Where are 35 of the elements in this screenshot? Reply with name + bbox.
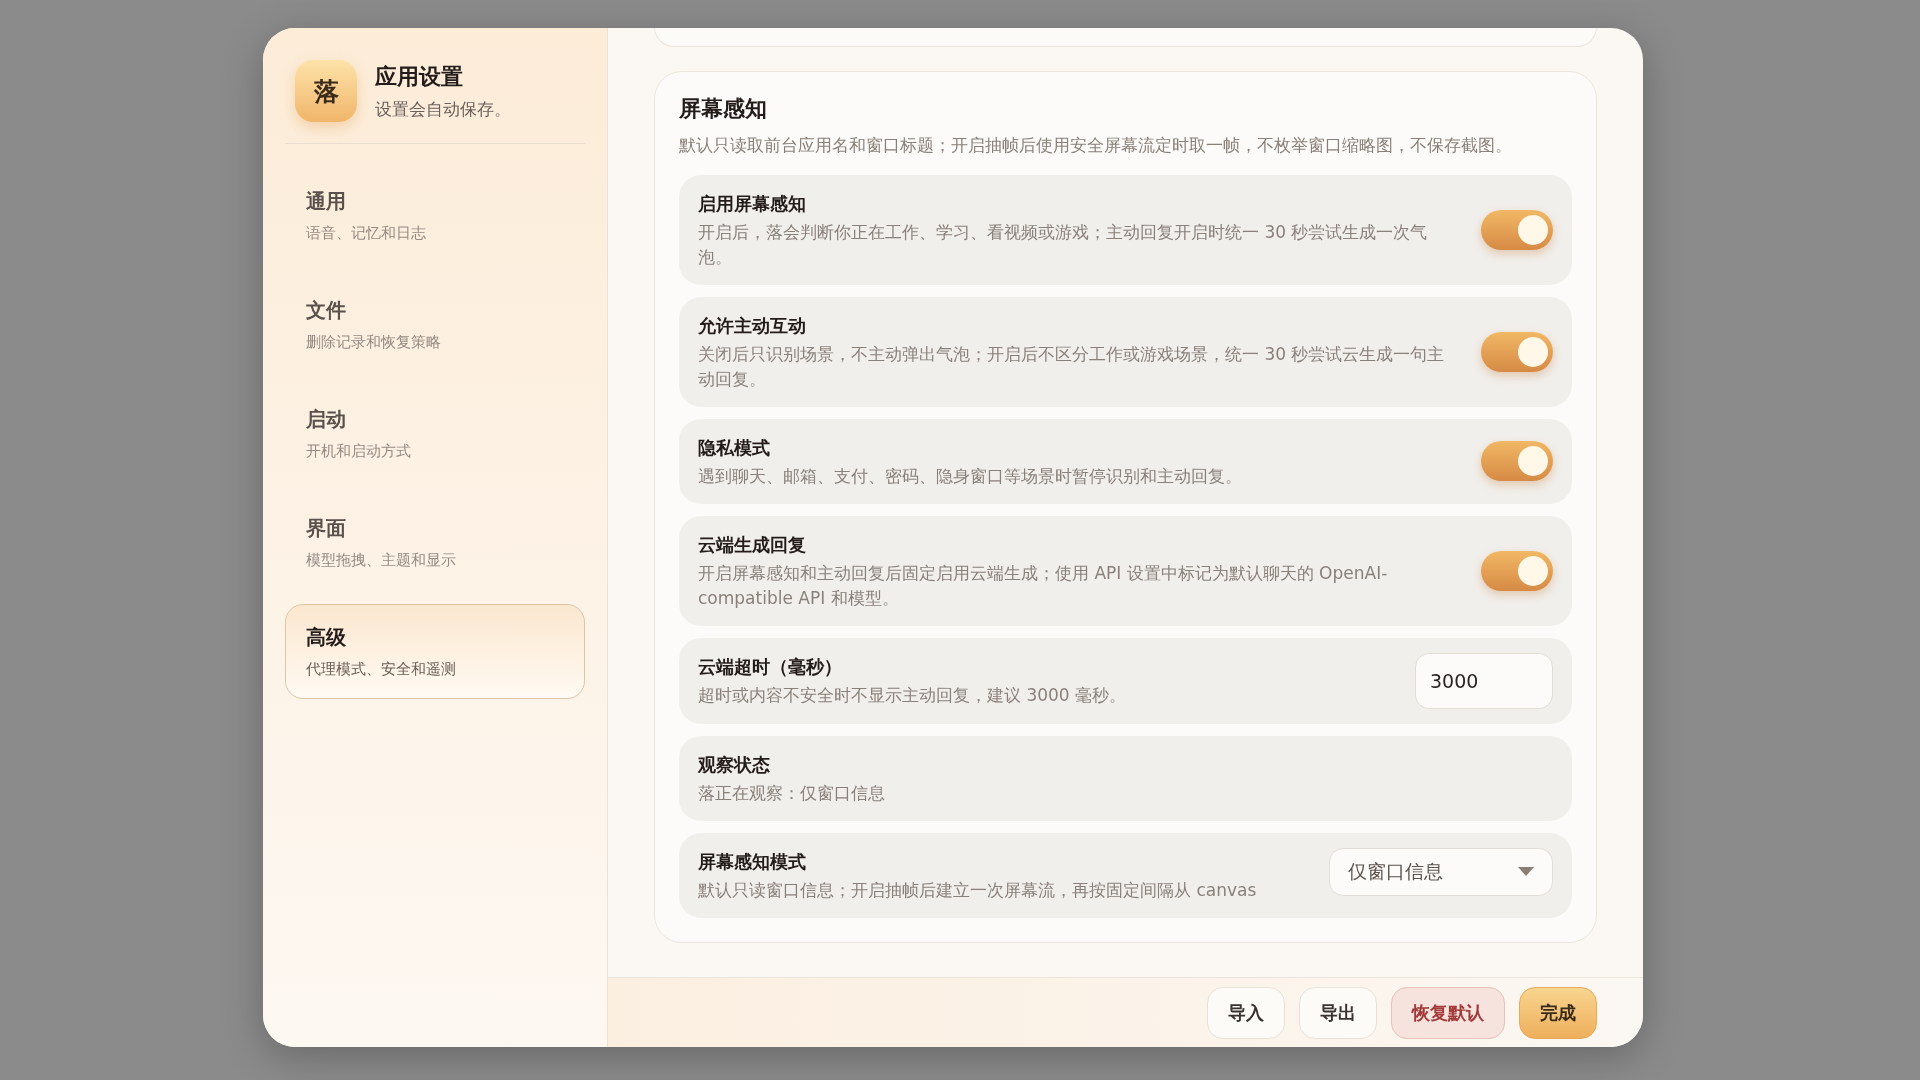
setting-title: 允许主动互动 — [698, 313, 807, 338]
section-title: 屏幕感知 — [679, 95, 768, 123]
sidebar-item[interactable]: 界面 模型拖拽、主题和显示 — [285, 494, 585, 590]
footer-button[interactable]: 恢复默认 — [1391, 986, 1505, 1039]
toggle-switch[interactable] — [1481, 209, 1553, 250]
setting-description: 超时或内容不安全时不显示主动回复，建议 3000 毫秒。 — [698, 684, 1128, 707]
setting-title: 隐私模式 — [698, 435, 771, 460]
setting-title: 云端超时（毫秒） — [698, 655, 843, 679]
setting-description: 默认只读窗口信息；开启抽帧后建立一次屏幕流，再按固定间隔从 canvas — [698, 878, 1258, 902]
sidebar-item[interactable]: 高级 代理模式、安全和遥测 — [285, 603, 585, 699]
setting-title: 屏幕感知模式 — [698, 849, 807, 874]
sidebar-item[interactable]: 通用 语音、记忆和日志 — [285, 167, 585, 263]
sidebar-item[interactable]: 启动 开机和启动方式 — [285, 385, 585, 481]
footer-button[interactable]: 完成 — [1519, 986, 1597, 1039]
setting-description: 开启后，落会判断你正在工作、学习、看视频或游戏；主动回复开启时统一 30 秒尝试生成一次气泡。 — [698, 220, 1429, 269]
setting-description: 关闭后只识别场景，不主动弹出气泡；开启后不区分工作或游戏场景，统一 30 秒尝试云生成一句主动回复。 — [698, 342, 1446, 391]
toggle-switch[interactable] — [1481, 441, 1553, 481]
footer-button[interactable]: 导入 — [1207, 986, 1285, 1039]
caret-icon — [1518, 866, 1534, 877]
setting-title: 云端生成回复 — [698, 532, 807, 557]
section-description: 默认只读取前台应用名和窗口标题；开启抽帧后使用安全屏幕流定时取一帧，不枚举窗口缩略图，不保存截图。 — [679, 134, 1513, 157]
footer-button[interactable]: 导出 — [1299, 986, 1377, 1039]
setting-description: 开启屏幕感知和主动回复后固定启用云端生成；使用 API 设置中标记为默认聊天的 OpenAI-compatible API 和模型。 — [698, 561, 1389, 610]
toggle-switch[interactable] — [1481, 550, 1553, 591]
toggle-switch[interactable] — [1481, 331, 1553, 372]
sidebar-item[interactable]: 文件 删除记录和恢复策略 — [285, 276, 585, 372]
setting-description: 遇到聊天、邮箱、支付、密码、隐身窗口等场景时暂停识别和主动回复。 — [698, 464, 1243, 488]
setting-title: 观察状态 — [698, 752, 771, 777]
dropdown[interactable]: 仅窗口信息 — [1329, 847, 1553, 896]
app-title: 应用设置 — [375, 63, 464, 91]
number-field[interactable]: 3000 — [1415, 652, 1553, 709]
app-subtitle: 设置会自动保存。 — [375, 98, 511, 121]
setting-title: 启用屏幕感知 — [698, 191, 807, 216]
setting-description: 落正在观察：仅窗口信息 — [698, 781, 886, 805]
app-logo: 落 — [295, 60, 357, 123]
